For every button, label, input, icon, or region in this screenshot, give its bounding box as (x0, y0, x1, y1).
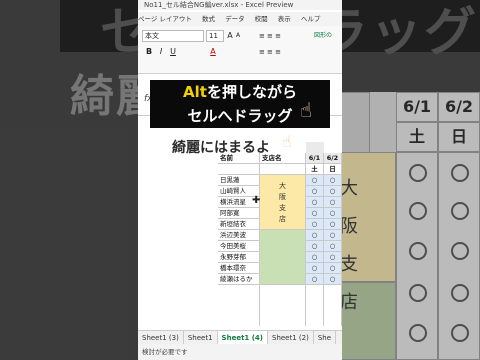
sheet-tab-bar: Sheet1 (3) Sheet1 Sheet1 (4) Sheet1 (2) She (138, 330, 342, 344)
circle-mark: ○ (311, 275, 318, 283)
attendance-cell[interactable]: ○ (324, 274, 342, 285)
hand-emoji-icon-small: ☝ (282, 132, 292, 151)
shrink-font-button[interactable]: A (234, 30, 242, 42)
branch-cell-green[interactable] (260, 230, 306, 285)
ribbon-tab[interactable]: ページ レイアウト (138, 15, 192, 23)
attendance-cell[interactable]: ○ (324, 186, 342, 197)
ribbon-tab[interactable]: 表示 (278, 15, 291, 23)
circle-mark: ○ (329, 242, 336, 250)
cursor-crosshair-icon: ✚ (252, 195, 261, 206)
name-cell[interactable]: 日黒蓮 (218, 175, 260, 186)
align-icons[interactable]: ≡ ≡ ≡ (250, 30, 290, 42)
attendance-cell[interactable]: ○ (324, 230, 342, 241)
name-cell[interactable]: 新垣結衣 (218, 219, 260, 230)
circle-mark: ○ (311, 264, 318, 272)
name-cell[interactable]: 浜辺美波 (218, 230, 260, 241)
status-bar: 検討が必要です (138, 344, 342, 360)
attendance-cell[interactable]: ○ (306, 175, 324, 186)
attendance-cell[interactable]: ○ (324, 219, 342, 230)
circle-mark: ○ (329, 264, 336, 272)
attendance-cell[interactable]: ○ (306, 274, 324, 285)
header-day-2[interactable]: 日 (324, 164, 342, 175)
circle-mark: ○ (311, 231, 318, 239)
ribbon-tab[interactable]: データ (225, 15, 245, 23)
attendance-cell[interactable]: ○ (306, 230, 324, 241)
name-cell[interactable]: 阿部寛 (218, 208, 260, 219)
name-cell[interactable]: 橋本環奈 (218, 263, 260, 274)
circle-mark: ○ (329, 198, 336, 206)
bold-button[interactable]: B (144, 46, 154, 58)
circle-mark: ○ (329, 253, 336, 261)
circle-mark: ○ (329, 220, 336, 228)
ribbon: 本文 11 A A B I U A ≡ ≡ ≡ ≡ ≡ ≡ 図形の (138, 26, 342, 74)
header-date-1[interactable]: 6/1 (306, 153, 324, 164)
circle-mark: ○ (311, 209, 318, 217)
attendance-cell[interactable]: ○ (306, 263, 324, 274)
ribbon-tab[interactable]: ヘルプ (301, 15, 321, 23)
sheet-tab-active[interactable]: Sheet1 (4) (217, 331, 268, 344)
attendance-cell[interactable]: ○ (306, 219, 324, 230)
attendance-cell[interactable]: ○ (306, 197, 324, 208)
sheet-tab[interactable]: Sheet1 (2) (268, 331, 314, 344)
attendance-cell[interactable]: ○ (324, 263, 342, 274)
attendance-cell[interactable]: ○ (306, 208, 324, 219)
circle-mark: ○ (311, 242, 318, 250)
font-size-select[interactable]: 11 (206, 30, 224, 42)
attendance-cell[interactable]: ○ (324, 241, 342, 252)
attendance-cell[interactable]: ○ (306, 241, 324, 252)
hand-emoji-icon: ☝ (300, 98, 313, 122)
attendance-cell[interactable]: ○ (324, 175, 342, 186)
circle-mark: ○ (311, 198, 318, 206)
circle-mark: ○ (311, 253, 318, 261)
background-side-chars: 大 阪 支 店 (340, 178, 358, 313)
circle-mark: ○ (311, 220, 318, 228)
attendance-cell[interactable]: ○ (324, 208, 342, 219)
name-cell[interactable]: 綾瀬はるか (218, 274, 260, 285)
font-name-select[interactable]: 本文 (142, 30, 204, 42)
ribbon-tab[interactable]: 数式 (202, 15, 215, 23)
italic-button[interactable]: I (156, 46, 166, 58)
circle-mark: ○ (329, 209, 336, 217)
caption-rest: を押しながら (206, 83, 297, 101)
font-color-button[interactable]: A (208, 46, 218, 58)
header-name[interactable]: 名前 (218, 153, 260, 164)
attendance-cell[interactable]: ○ (306, 186, 324, 197)
conditional-format-button[interactable]: 図形の (306, 30, 340, 42)
spreadsheet-grid: 名前 支店名 6/1 6/2 土 日 日黒蓮 山崎賢人 横浜流星 阿部寛 新垣結… (218, 142, 342, 326)
grow-font-button[interactable]: A (226, 30, 234, 42)
window-title: No11_セル結合NG編ver.xlsx - Excel Preview (138, 0, 342, 10)
attendance-cell[interactable]: ○ (324, 197, 342, 208)
align-icons-2[interactable]: ≡ ≡ ≡ (250, 46, 290, 58)
circle-mark: ○ (311, 187, 318, 195)
header-branch[interactable]: 支店名 (260, 153, 306, 164)
circle-mark: ○ (329, 275, 336, 283)
header-date-2[interactable]: 6/2 (324, 153, 342, 164)
branch-cell-yellow[interactable]: 大 阪 支 店 (260, 175, 306, 230)
sheet-tab[interactable]: Sheet1 (184, 331, 218, 344)
underline-button[interactable]: U (168, 46, 178, 58)
sheet-tab[interactable]: Sheet1 (3) (138, 331, 184, 344)
circle-mark: ○ (329, 176, 336, 184)
ribbon-tab-bar: ページ レイアウト 数式 データ 校閲 表示 ヘルプ (138, 12, 342, 26)
attendance-cell[interactable]: ○ (324, 252, 342, 263)
circle-mark: ○ (311, 176, 318, 184)
name-cell[interactable]: 永野芽郁 (218, 252, 260, 263)
header-day-1[interactable]: 土 (306, 164, 324, 175)
circle-mark: ○ (329, 231, 336, 239)
sheet-tab[interactable]: She (314, 331, 337, 344)
attendance-cell[interactable]: ○ (306, 252, 324, 263)
circle-mark: ○ (329, 187, 336, 195)
caption-highlight: Alt (183, 83, 207, 101)
name-cell[interactable]: 今田美桜 (218, 241, 260, 252)
ribbon-tab[interactable]: 校閲 (255, 15, 268, 23)
